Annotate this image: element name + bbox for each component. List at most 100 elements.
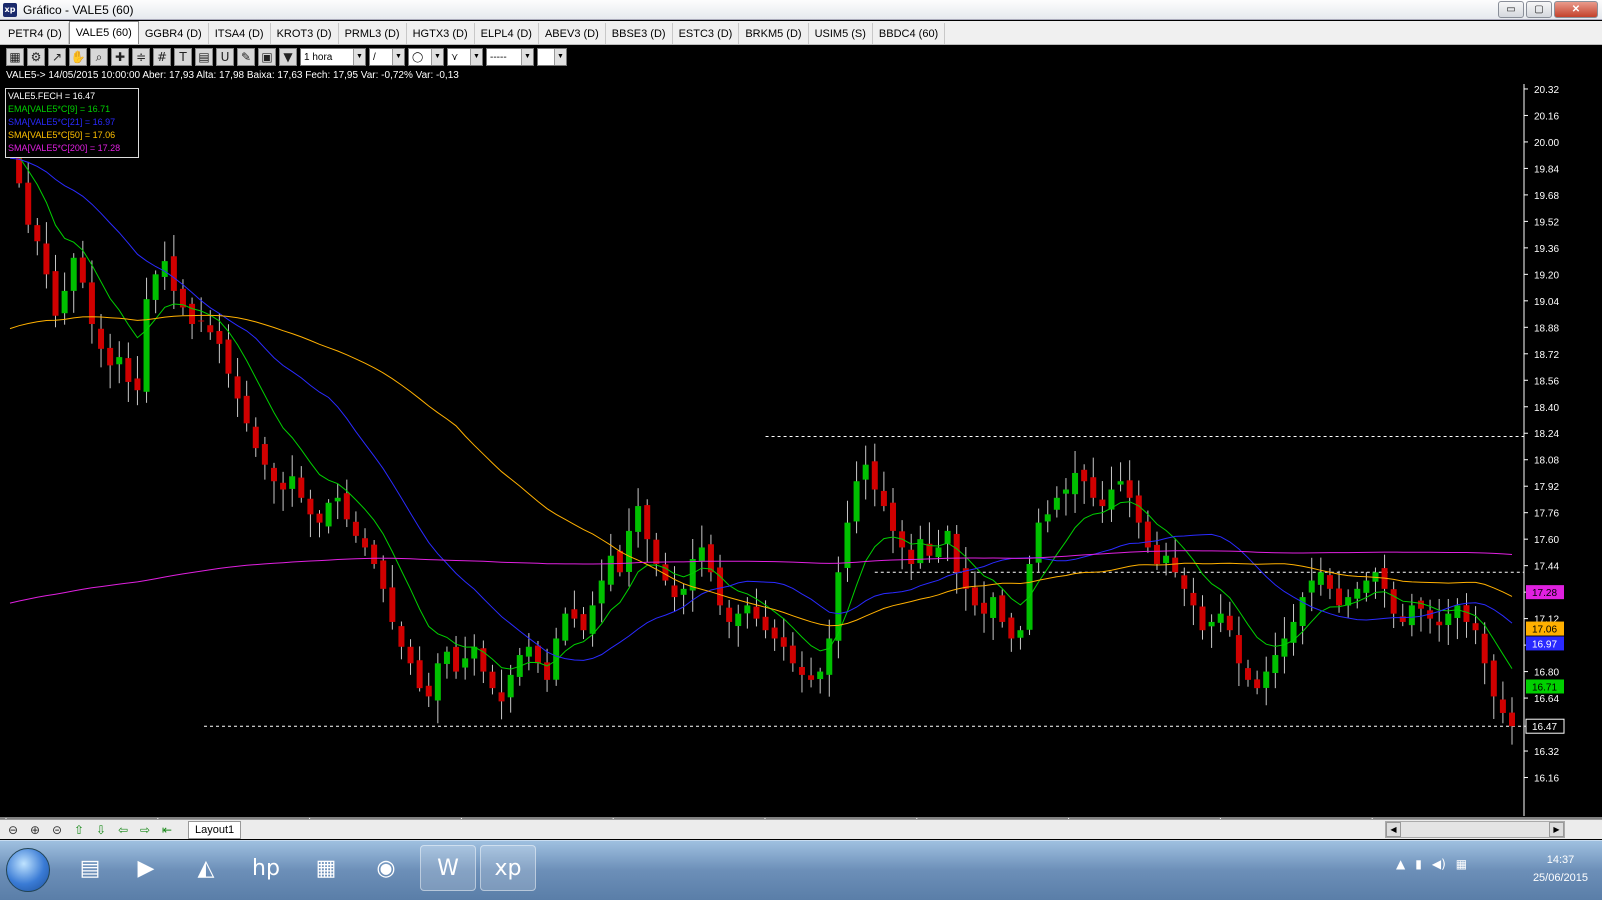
period-select[interactable]: 1 hora ▼	[300, 48, 366, 66]
candle-body	[289, 476, 296, 489]
zoom-out-icon[interactable]: ⊖	[4, 822, 22, 838]
chart-background	[0, 82, 1602, 819]
candle-body	[1354, 588, 1361, 599]
candle-body	[753, 606, 760, 619]
calculator-app-icon[interactable]: ▦	[298, 845, 354, 891]
candle-body	[553, 638, 560, 680]
text-icon[interactable]: T	[174, 48, 192, 66]
magnet-icon[interactable]: U	[216, 48, 234, 66]
y-tick-label: 18.56	[1534, 376, 1559, 387]
line-style-select[interactable]: ----- ▼	[486, 48, 534, 66]
xp-icon[interactable]: xp	[480, 845, 536, 891]
filter-icon[interactable]: ▼	[279, 48, 297, 66]
candle-body	[189, 303, 196, 324]
chart-type-icon[interactable]: ▦	[6, 48, 24, 66]
candle-body	[1436, 621, 1443, 626]
line-tool-select[interactable]: / ▼	[369, 48, 405, 66]
arrow-right-icon[interactable]: ⇨	[136, 822, 154, 838]
tab-petr4[interactable]: PETR4 (D)	[2, 23, 69, 44]
tab-krot3[interactable]: KROT3 (D)	[271, 23, 339, 44]
candle-body	[999, 595, 1006, 622]
candle-body	[1499, 699, 1506, 713]
action-center-icon[interactable]: ▦	[1456, 857, 1467, 871]
pitchfork-tool-select[interactable]: ⋎ ▼	[447, 48, 483, 66]
tab-abev3[interactable]: ABEV3 (D)	[539, 23, 606, 44]
price-chart[interactable]: 20.32 20.16 20.00 19.84 19.68 19.52 19.36 19.20…	[0, 82, 1602, 819]
settings-icon[interactable]: ⚙	[27, 48, 45, 66]
start-button[interactable]	[6, 848, 50, 892]
tab-bbse3[interactable]: BBSE3 (D)	[606, 23, 673, 44]
tab-bbdc4[interactable]: BBDC4 (60)	[873, 23, 946, 44]
scroll-right-button[interactable]: ▶	[1549, 822, 1564, 837]
candle-body	[1326, 575, 1333, 589]
chrome-icon[interactable]: ◉	[358, 845, 414, 891]
candle-body	[698, 547, 705, 562]
candle-body	[216, 331, 223, 344]
symbol-tabs: PETR4 (D) VALE5 (60) GGBR4 (D) ITSA4 (D) KRO…	[0, 21, 1602, 45]
cursor-icon[interactable]: ↗	[48, 48, 66, 66]
candle-body	[798, 666, 805, 675]
file-explorer-icon[interactable]: ▤	[62, 845, 118, 891]
zoom-icon[interactable]: ⌕	[90, 48, 108, 66]
show-hidden-icons-icon[interactable]: ▲	[1396, 857, 1405, 871]
hand-icon[interactable]: ✋	[69, 48, 87, 66]
candle-body	[453, 646, 460, 672]
horizontal-scrollbar[interactable]: ◀ ▶	[1385, 821, 1565, 838]
tab-prml3[interactable]: PRML3 (D)	[339, 23, 407, 44]
candle-body	[1454, 605, 1461, 618]
arrow-up-icon[interactable]: ⇧	[70, 822, 88, 838]
fibonacci-icon[interactable]: ≑	[132, 48, 150, 66]
candle-body	[1153, 544, 1160, 564]
media-player-icon[interactable]: ▶	[118, 845, 174, 891]
candle-body	[626, 530, 633, 572]
candle-body	[1199, 606, 1206, 631]
clipboard-icon[interactable]: ▣	[258, 48, 276, 66]
chevron-down-icon: ▼	[470, 49, 482, 65]
tab-vale5[interactable]: VALE5 (60)	[68, 21, 139, 44]
hp-icon[interactable]: hp	[238, 845, 294, 891]
tab-hgtx3[interactable]: HGTX3 (D)	[407, 23, 475, 44]
tab-brkm5[interactable]: BRKM5 (D)	[739, 23, 809, 44]
tab-elpl4[interactable]: ELPL4 (D)	[475, 23, 539, 44]
zoom-in-icon[interactable]: ⊕	[26, 822, 44, 838]
layout-tab[interactable]: Layout1	[188, 820, 242, 839]
network-icon[interactable]: ◭	[178, 845, 234, 891]
arrow-left-icon[interactable]: ⇦	[114, 822, 132, 838]
chevron-down-icon: ▼	[431, 49, 443, 65]
candle-body	[1144, 521, 1151, 548]
eraser-icon[interactable]: ✎	[237, 48, 255, 66]
arrow-first-icon[interactable]: ⇤	[158, 822, 176, 838]
candle-body	[1090, 477, 1097, 498]
volume-icon[interactable]: ◀)	[1432, 857, 1446, 871]
candle-body	[280, 482, 287, 490]
calculator-icon[interactable]: ▤	[195, 48, 213, 66]
maximize-button[interactable]: ▢	[1526, 1, 1552, 18]
color-select[interactable]: ▼	[537, 48, 567, 66]
scroll-left-button[interactable]: ◀	[1386, 822, 1401, 837]
signal-icon[interactable]: ▮	[1415, 857, 1422, 871]
candle-body	[1044, 514, 1051, 522]
arrow-down-icon[interactable]: ⇩	[92, 822, 110, 838]
ellipse-tool-select[interactable]: ◯ ▼	[408, 48, 444, 66]
tab-usim5[interactable]: USIM5 (S)	[809, 23, 873, 44]
candle-body	[835, 572, 842, 641]
close-button[interactable]: ✕	[1554, 1, 1598, 18]
clock[interactable]: 14:37 25/06/2015	[1533, 851, 1588, 887]
zoom-reset-icon[interactable]: ⊝	[48, 822, 66, 838]
tab-ggbr4[interactable]: GGBR4 (D)	[139, 23, 209, 44]
candle-body	[261, 444, 268, 465]
candle-body	[662, 564, 669, 581]
chevron-down-icon: ▼	[554, 49, 566, 65]
tab-estc3[interactable]: ESTC3 (D)	[673, 23, 740, 44]
candle-body	[143, 299, 150, 392]
word-icon[interactable]: W	[420, 845, 476, 891]
channel-icon[interactable]: #	[153, 48, 171, 66]
candle-body	[398, 626, 405, 647]
candle-body	[462, 658, 469, 668]
minimize-button[interactable]: ▭	[1498, 1, 1524, 18]
candle-body	[981, 602, 988, 614]
tab-itsa4[interactable]: ITSA4 (D)	[209, 23, 271, 44]
title-bar: xp Gráfico - VALE5 (60) ▭ ▢ ✕	[0, 0, 1602, 20]
window-controls: ▭ ▢ ✕	[1498, 1, 1598, 18]
crosshair-icon[interactable]: ✚	[111, 48, 129, 66]
